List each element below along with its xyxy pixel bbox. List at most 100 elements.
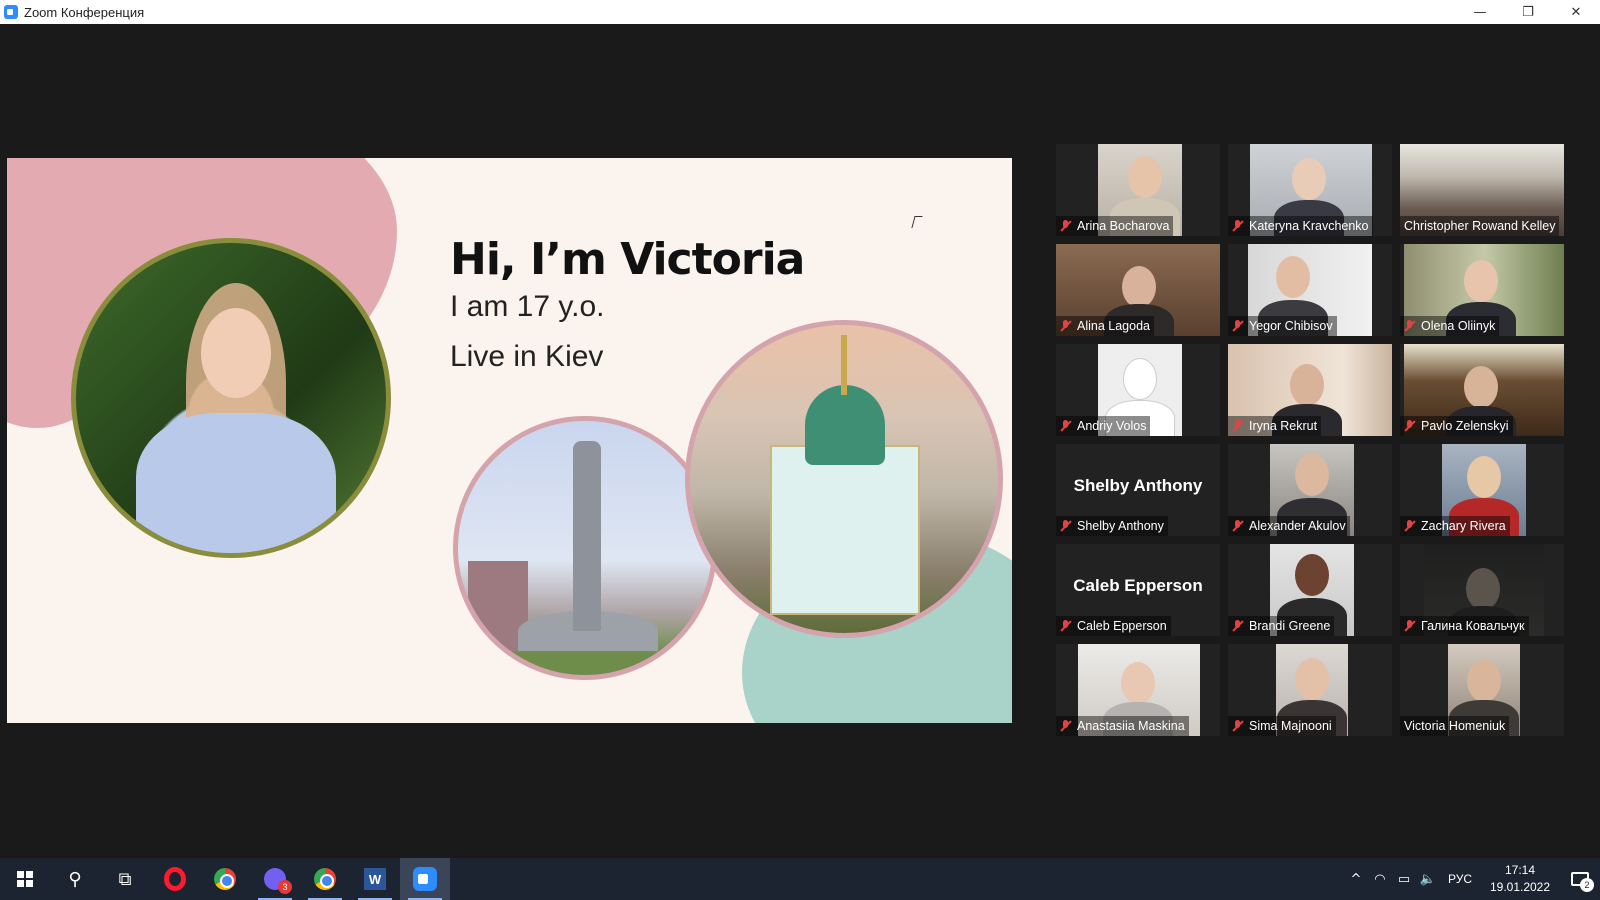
mic-muted-icon [1404,620,1416,632]
taskbar-chrome-profile[interactable] [300,858,350,900]
participant-tile[interactable]: Arina Bocharova [1056,144,1220,236]
chrome-icon [214,868,236,890]
participant-display-name: Caleb Epperson [1073,576,1203,595]
tray-clock[interactable]: 17:14 19.01.2022 [1480,862,1560,896]
clock-date: 19.01.2022 [1489,880,1551,894]
mic-muted-icon [1060,420,1072,432]
slide-age-text: I am 17 y.o. [450,290,605,323]
participant-display-name: Shelby Anthony [1073,476,1203,495]
shared-screen-slide: Hi, I’m Victoria I am 17 y.o. Live in Ki… [7,158,1012,723]
participant-tile-active-speaker[interactable]: Christopher Rowand Kelley [1400,144,1564,236]
participant-name: Olena Oliinyk [1421,319,1496,333]
chrome-profile-icon [314,868,336,890]
participant-name: Zachary Rivera [1421,519,1506,533]
window-titlebar: Zoom Конференция — ❐ ✕ [0,0,1600,24]
participant-tile[interactable]: Галина Ковальчук [1400,544,1564,636]
participant-name: Victoria Homeniuk [1404,719,1506,733]
mic-muted-icon [1232,520,1244,532]
window-title: Zoom Конференция [24,4,145,20]
mic-muted-icon [1232,420,1244,432]
start-button[interactable] [0,858,50,900]
zoom-icon [413,867,437,891]
participant-tile[interactable]: Alexander Akulov [1228,444,1392,536]
mic-muted-icon [1060,320,1072,332]
participant-name: Kateryna Kravchenko [1249,219,1369,233]
mic-muted-icon [1232,320,1244,332]
notification-count: 2 [1580,878,1594,892]
participant-tile[interactable]: Brandi Greene [1228,544,1392,636]
mic-muted-icon [1232,220,1244,232]
clock-time: 17:14 [1504,863,1536,877]
mic-muted-icon [1232,620,1244,632]
system-tray: ^ ◠ ▭ 🔈 РУС 17:14 19.01.2022 2 [1344,858,1600,900]
participant-name: Arina Bocharova [1077,219,1170,233]
participant-name: Галина Ковальчук [1421,619,1525,633]
participant-tile[interactable]: Victoria Homeniuk [1400,644,1564,736]
mic-muted-icon [1404,320,1416,332]
participant-tile[interactable]: Olena Oliinyk [1400,244,1564,336]
mic-muted-icon [1404,520,1416,532]
participant-name: Yegor Chibisov [1249,319,1333,333]
taskbar-word[interactable]: W [350,858,400,900]
participant-name: Alexander Akulov [1249,519,1346,533]
participant-tile[interactable]: Sima Majnooni [1228,644,1392,736]
participant-name: Brandi Greene [1249,619,1331,633]
mic-muted-icon [1232,720,1244,732]
battery-icon[interactable]: ▭ [1392,872,1416,887]
search-icon: ⚲ [68,868,82,890]
mic-muted-icon [1060,620,1072,632]
task-view-icon: ⧉ [118,868,132,890]
participant-name: Christopher Rowand Kelley [1404,219,1556,233]
windows-logo-icon [17,871,33,887]
participant-tile[interactable]: Iryna Rekrut [1228,344,1392,436]
church-photo [685,320,1003,638]
input-language[interactable]: РУС [1448,872,1472,886]
taskbar-viber[interactable]: 3 [250,858,300,900]
mic-muted-icon [1060,720,1072,732]
participant-name: Alina Lagoda [1077,319,1150,333]
participant-tile[interactable]: Alina Lagoda [1056,244,1220,336]
participant-tile-video-off[interactable]: Caleb Epperson Caleb Epperson [1056,544,1220,636]
participant-name: Andriy Volos [1077,419,1147,433]
participant-tile[interactable]: Yegor Chibisov [1228,244,1392,336]
participant-tile-video-off[interactable]: Shelby Anthony Shelby Anthony [1056,444,1220,536]
window-controls: — ❐ ✕ [1456,0,1600,24]
viber-badge: 3 [278,880,292,894]
notification-center-button[interactable]: 2 [1560,858,1600,900]
opera-icon [164,867,186,891]
slide-city-text: Live in Kiev [450,340,604,373]
participant-tile[interactable]: Andriy Volos [1056,344,1220,436]
mic-muted-icon [1060,220,1072,232]
participant-name: Anastasiia Maskina [1077,719,1185,733]
participant-name: Sima Majnooni [1249,719,1332,733]
search-button[interactable]: ⚲ [50,858,100,900]
slide-title: Hi, I’m Victoria [450,234,805,285]
mic-muted-icon [1404,420,1416,432]
taskbar-zoom[interactable] [400,858,450,900]
taskbar-opera[interactable] [150,858,200,900]
participant-name: Pavlo Zelenskyi [1421,419,1509,433]
tray-overflow-chevron-icon[interactable]: ^ [1344,872,1368,887]
participant-name: Shelby Anthony [1077,519,1164,533]
zoom-app-icon [4,5,18,19]
taskbar-chrome[interactable] [200,858,250,900]
wifi-icon[interactable]: ◠ [1368,872,1392,887]
meeting-area: Hi, I’m Victoria I am 17 y.o. Live in Ki… [0,24,1600,858]
participant-tile[interactable]: Kateryna Kravchenko [1228,144,1392,236]
presenter-photo [71,238,391,558]
minimize-button[interactable]: — [1456,0,1504,24]
task-view-button[interactable]: ⧉ [100,858,150,900]
monument-photo [453,416,717,680]
speaker-icon[interactable]: 🔈 [1416,872,1440,887]
restore-button[interactable]: ❐ [1504,0,1552,24]
participant-tile[interactable]: Pavlo Zelenskyi [1400,344,1564,436]
participant-tile[interactable]: Anastasiia Maskina [1056,644,1220,736]
windows-taskbar: ⚲ ⧉ 3 W ^ ◠ ▭ 🔈 РУС 17:14 19.01.2022 2 [0,858,1600,900]
word-icon: W [364,868,386,890]
close-button[interactable]: ✕ [1552,0,1600,24]
mic-muted-icon [1060,520,1072,532]
participant-name: Iryna Rekrut [1249,419,1318,433]
participant-name: Caleb Epperson [1077,619,1167,633]
participant-tile[interactable]: Zachary Rivera [1400,444,1564,536]
mouse-cursor-icon [911,216,923,228]
